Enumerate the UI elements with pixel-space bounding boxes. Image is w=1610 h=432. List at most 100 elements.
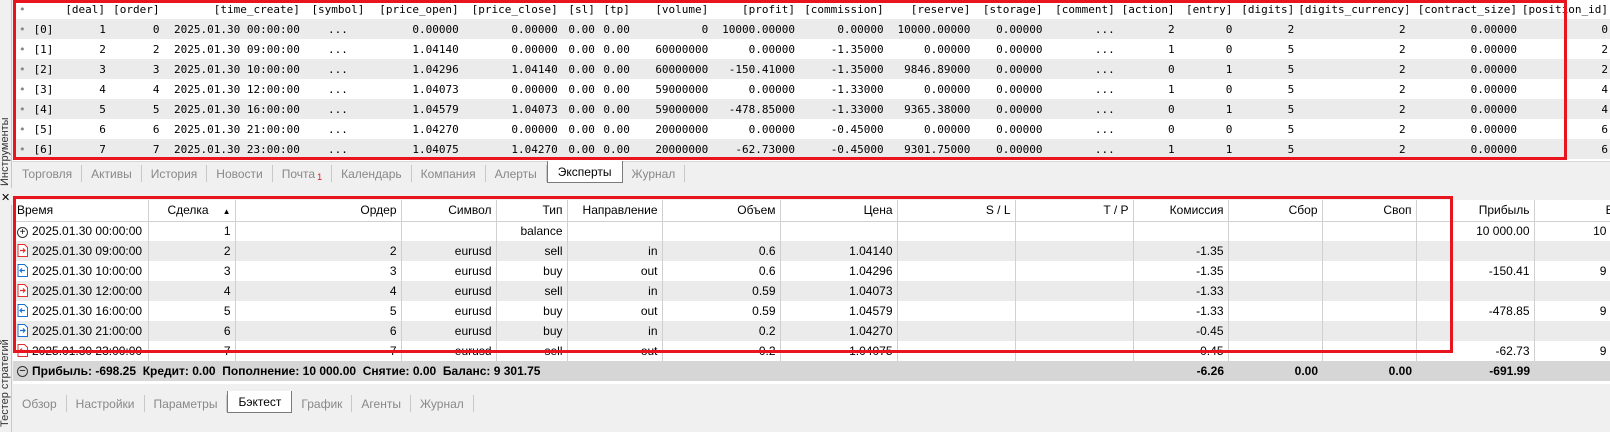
dump-cell: 1 xyxy=(1176,99,1235,119)
col-header-12[interactable]: Своп xyxy=(1322,200,1417,222)
dump-cell: 20000000 xyxy=(631,139,711,159)
dump-cell: 4 xyxy=(1519,99,1610,119)
dump-cell: 60000000 xyxy=(631,59,711,79)
tab-алерты[interactable]: Алерты xyxy=(486,165,547,182)
collapse-minus-icon[interactable]: − xyxy=(17,366,28,378)
deal-cell-fee xyxy=(1228,301,1323,321)
deal-cell-deal: 5 xyxy=(148,301,236,321)
header-bullet-icon: • xyxy=(18,3,26,16)
dump-cell: 4 xyxy=(107,79,162,99)
dump-cell: 0.00000 xyxy=(1407,59,1520,79)
tester-side-tab[interactable]: Тестер стратегий xyxy=(0,205,12,432)
dump-cell: 3 xyxy=(62,59,108,79)
deal-row[interactable]: 2025.01.30 16:00:00 5 5 eurusd buy out 0.59 1.0… xyxy=(13,301,1610,321)
close-icon[interactable]: ✕ xyxy=(1,193,10,204)
dump-col-profit: [profit] xyxy=(741,3,795,16)
col-header-6[interactable]: Объем xyxy=(662,200,781,222)
dump-col-position-id: [position_id] xyxy=(1521,3,1608,16)
col-header-13[interactable]: Прибыль xyxy=(1416,200,1535,222)
tab-активы[interactable]: Активы xyxy=(82,165,142,182)
tester-tab-график[interactable]: График xyxy=(292,395,353,412)
col-header-7[interactable]: Цена xyxy=(780,200,898,222)
deal-cell-order: 6 xyxy=(235,321,402,341)
dump-cell: 0.00000 xyxy=(374,19,461,39)
deal-cell-sl xyxy=(897,221,1016,241)
deal-row[interactable]: 2025.01.30 21:00:00 6 6 eurusd buy in 0.2 1.042… xyxy=(13,321,1610,341)
instruments-output: • [deal] [order] [time_create] [symbol] [pric… xyxy=(13,0,1610,164)
dump-cell: 20000000 xyxy=(631,119,711,139)
tester-tab-бэктест[interactable]: Бэктест xyxy=(227,391,293,413)
col-header-3[interactable]: Символ xyxy=(401,200,497,222)
deal-cell-volume: 0.59 xyxy=(662,301,781,321)
tab-label: Эксперты xyxy=(557,164,612,179)
col-header-5[interactable]: Направление xyxy=(567,200,663,222)
deal-cell-volume: 0.2 xyxy=(662,341,781,361)
col-header-label: T / P xyxy=(1103,203,1129,218)
col-header-14[interactable]: Баланс xyxy=(1534,200,1610,222)
col-header-1[interactable]: Сделка ▲ xyxy=(148,200,236,222)
tab-журнал[interactable]: Журнал xyxy=(623,165,686,182)
col-header-2[interactable]: Ордер xyxy=(235,200,402,222)
col-header-11[interactable]: Сбор xyxy=(1228,200,1323,222)
tab-label: Бэктест xyxy=(238,394,282,409)
deal-row[interactable]: 2025.01.30 12:00:00 4 4 eurusd sell in 0.59 1.0… xyxy=(13,281,1610,301)
tester-tab-обзор[interactable]: Обзор xyxy=(13,395,67,412)
tab-label: Активы xyxy=(91,166,132,181)
tab-почта[interactable]: Почта 1 xyxy=(273,165,333,182)
tester-tabbar: Обзор Настройки Параметры Бэктест График Аген… xyxy=(13,391,1610,416)
tab-новости[interactable]: Новости xyxy=(207,165,273,182)
dump-cell: 0.00 xyxy=(559,139,597,159)
dump-cell: 0.00 xyxy=(596,19,632,39)
dump-cell: 2 xyxy=(1296,19,1408,39)
tab-торговля[interactable]: Торговля xyxy=(13,165,83,182)
tab-label: Обзор xyxy=(22,396,57,411)
deal-cell-fee xyxy=(1228,341,1323,361)
deal-row[interactable]: 2025.01.30 10:00:00 3 3 eurusd buy out 0.6 1.04… xyxy=(13,261,1610,281)
dump-row-index: [2] xyxy=(31,59,63,79)
dump-row-index: [4] xyxy=(31,99,63,119)
deal-cell-time: +2025.01.30 00:00:00 xyxy=(13,221,149,241)
col-header-4[interactable]: Тип xyxy=(496,200,568,222)
summary-balance-empty xyxy=(1534,361,1610,381)
dump-cell: 1.04073 xyxy=(460,99,560,119)
tab-календарь[interactable]: Календарь xyxy=(332,165,412,182)
col-header-8[interactable]: S / L xyxy=(897,200,1016,222)
deal-row[interactable]: 2025.01.30 09:00:00 2 2 eurusd sell in 0.6 1.04… xyxy=(13,241,1610,261)
deal-row[interactable]: 2025.01.30 23:00:00 7 7 eurusd sell out 0.2 1.0… xyxy=(13,341,1610,361)
deal-cell-commission: -0.45 xyxy=(1133,341,1229,361)
col-header-0[interactable]: Время xyxy=(13,200,149,222)
dump-col-commission: [commission] xyxy=(804,3,884,16)
tab-история[interactable]: История xyxy=(142,165,208,182)
deal-cell-swap xyxy=(1322,281,1417,301)
tester-tab-настройки[interactable]: Настройки xyxy=(67,395,145,412)
dump-cell: 0.00000 xyxy=(885,39,973,59)
deal-cell-direction: out xyxy=(567,301,663,321)
tab-эксперты[interactable]: Эксперты xyxy=(546,161,623,183)
deal-cell-price: 1.04296 xyxy=(780,261,898,281)
col-header-label: Время xyxy=(17,203,54,218)
instruments-side-tab[interactable]: Инструменты xyxy=(0,0,12,188)
tester-tab-параметры[interactable]: Параметры xyxy=(145,395,228,412)
dump-cell: 2 xyxy=(1296,99,1408,119)
tab-label: Новости xyxy=(216,166,263,181)
sort-ascending-icon: ▲ xyxy=(222,207,231,217)
deal-time: 2025.01.30 09:00:00 xyxy=(32,243,143,258)
backtest-deals-grid: Время Сделка ▲ Ордер Символ Тип Направление Объ… xyxy=(13,200,1610,384)
deal-cell-profit xyxy=(1416,281,1535,301)
dump-cell: 0.00 xyxy=(596,99,632,119)
tester-tab-агенты[interactable]: Агенты xyxy=(352,395,411,412)
deal-cell-symbol: eurusd xyxy=(401,281,497,301)
col-header-9[interactable]: T / P xyxy=(1015,200,1134,222)
dump-col-deal: [deal] xyxy=(65,3,106,16)
col-header-10[interactable]: Комиссия xyxy=(1133,200,1229,222)
tab-компания[interactable]: Компания xyxy=(412,165,486,182)
dump-cell: 2 xyxy=(1296,79,1408,99)
dump-cell: 0.00000 xyxy=(1407,99,1520,119)
dump-cell: 5 xyxy=(1234,59,1297,79)
deal-cell-symbol: eurusd xyxy=(401,241,497,261)
dump-col-volume: [volume] xyxy=(655,3,709,16)
panel-splitter[interactable] xyxy=(0,188,1610,194)
dump-cell: 1 xyxy=(62,19,108,39)
tester-tab-журнал[interactable]: Журнал xyxy=(411,395,474,412)
deal-row[interactable]: +2025.01.30 00:00:00 1 balance 10 000.00 10 … xyxy=(13,221,1610,241)
